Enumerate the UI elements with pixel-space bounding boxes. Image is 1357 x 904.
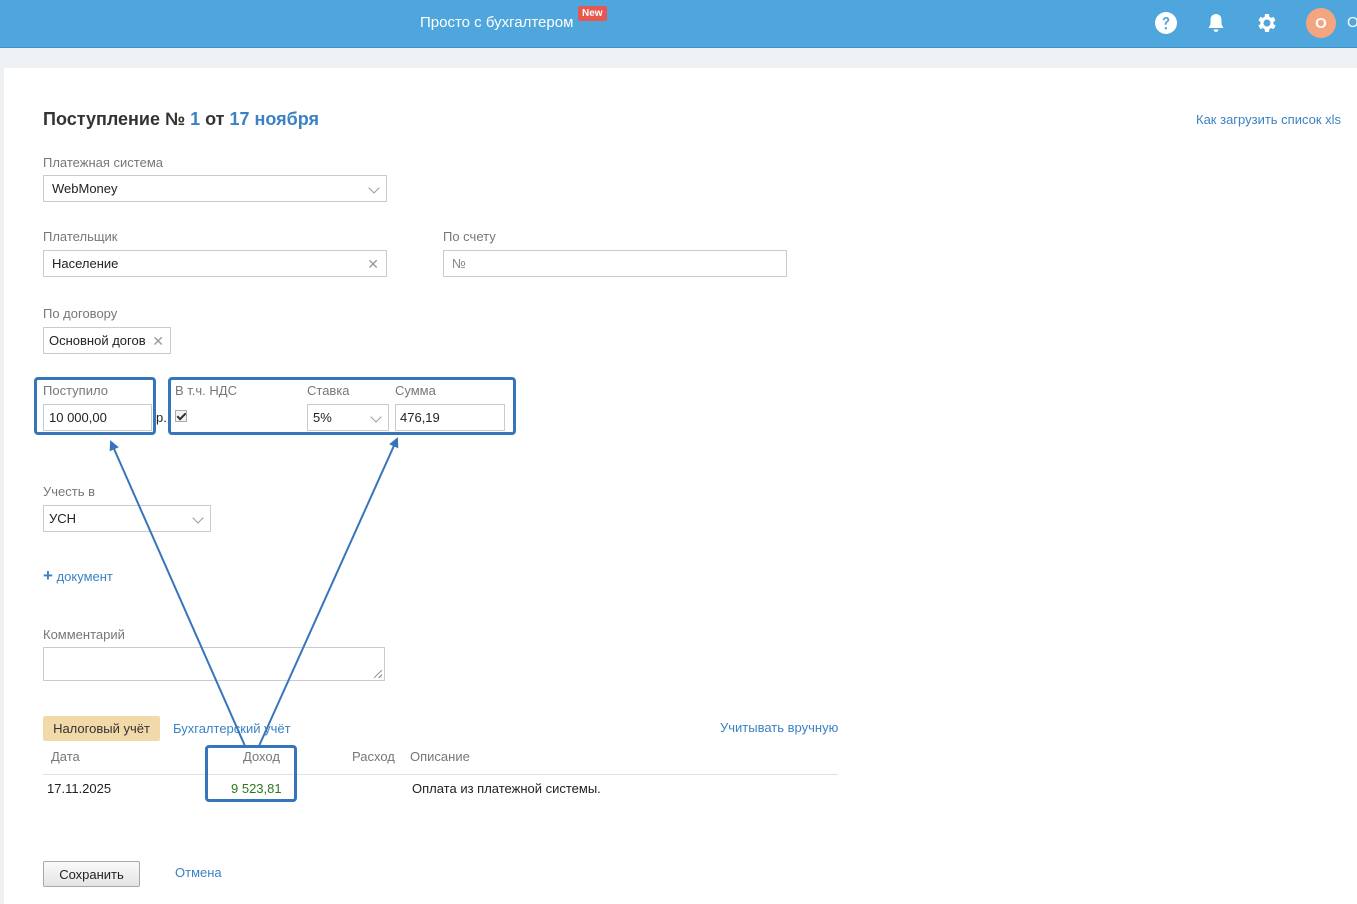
account-in-label: Учесть в (43, 484, 96, 499)
comment-label: Комментарий (43, 627, 125, 642)
payment-system-select[interactable]: WebMoney (43, 175, 387, 202)
resize-handle-icon[interactable] (374, 670, 382, 678)
row-description: Оплата из платежной системы. (412, 781, 601, 796)
highlight-income (205, 745, 297, 802)
chevron-down-icon (368, 182, 380, 194)
account-in-select[interactable]: УСН (43, 505, 211, 532)
contract-label: По договору (43, 306, 118, 321)
bell-icon[interactable] (1204, 11, 1228, 35)
column-date: Дата (51, 749, 80, 764)
avatar[interactable]: О (1306, 8, 1336, 38)
clear-icon[interactable]: ✕ (152, 333, 164, 350)
save-button[interactable]: Сохранить (43, 861, 140, 887)
payer-field[interactable]: Население ✕ (43, 250, 387, 277)
document-number[interactable]: 1 (190, 109, 200, 129)
tab-tax-accounting[interactable]: Налоговый учёт (43, 716, 160, 741)
manual-accounting-link[interactable]: Учитывать вручную (720, 720, 838, 735)
highlight-vat (168, 377, 516, 435)
table-divider (43, 774, 838, 775)
cancel-link[interactable]: Отмена (175, 865, 222, 880)
top-bar: Просто с бухгалтером New О О (0, 0, 1357, 48)
row-date: 17.11.2025 (47, 781, 112, 796)
xls-help-link[interactable]: Как загрузить список xls (1196, 112, 1341, 127)
new-badge: New (578, 6, 607, 21)
help-icon[interactable] (1154, 11, 1178, 35)
app-title[interactable]: Просто с бухгалтером (420, 14, 573, 31)
highlight-received (34, 377, 156, 435)
payer-label: Плательщик (43, 229, 118, 244)
payment-system-label: Платежная система (43, 155, 163, 170)
chevron-down-icon (192, 512, 204, 524)
invoice-input[interactable]: № (443, 250, 787, 277)
plus-icon: + (43, 566, 53, 585)
document-date[interactable]: 17 ноября (230, 109, 320, 129)
column-expense: Расход (352, 749, 395, 764)
invoice-label: По счету (443, 229, 496, 244)
column-description: Описание (410, 749, 470, 764)
gear-icon[interactable] (1254, 11, 1278, 35)
user-name[interactable]: О (1347, 14, 1357, 31)
add-document-link[interactable]: + документ (43, 566, 113, 586)
tab-bookkeeping[interactable]: Бухгалтерский учёт (173, 721, 291, 736)
clear-icon[interactable]: ✕ (367, 256, 379, 273)
contract-field[interactable]: Основной догов ✕ (43, 327, 171, 354)
comment-textarea[interactable] (43, 647, 385, 681)
page-title: Поступление № 1 от 17 ноября (43, 109, 320, 129)
currency-label: р. (156, 410, 167, 425)
